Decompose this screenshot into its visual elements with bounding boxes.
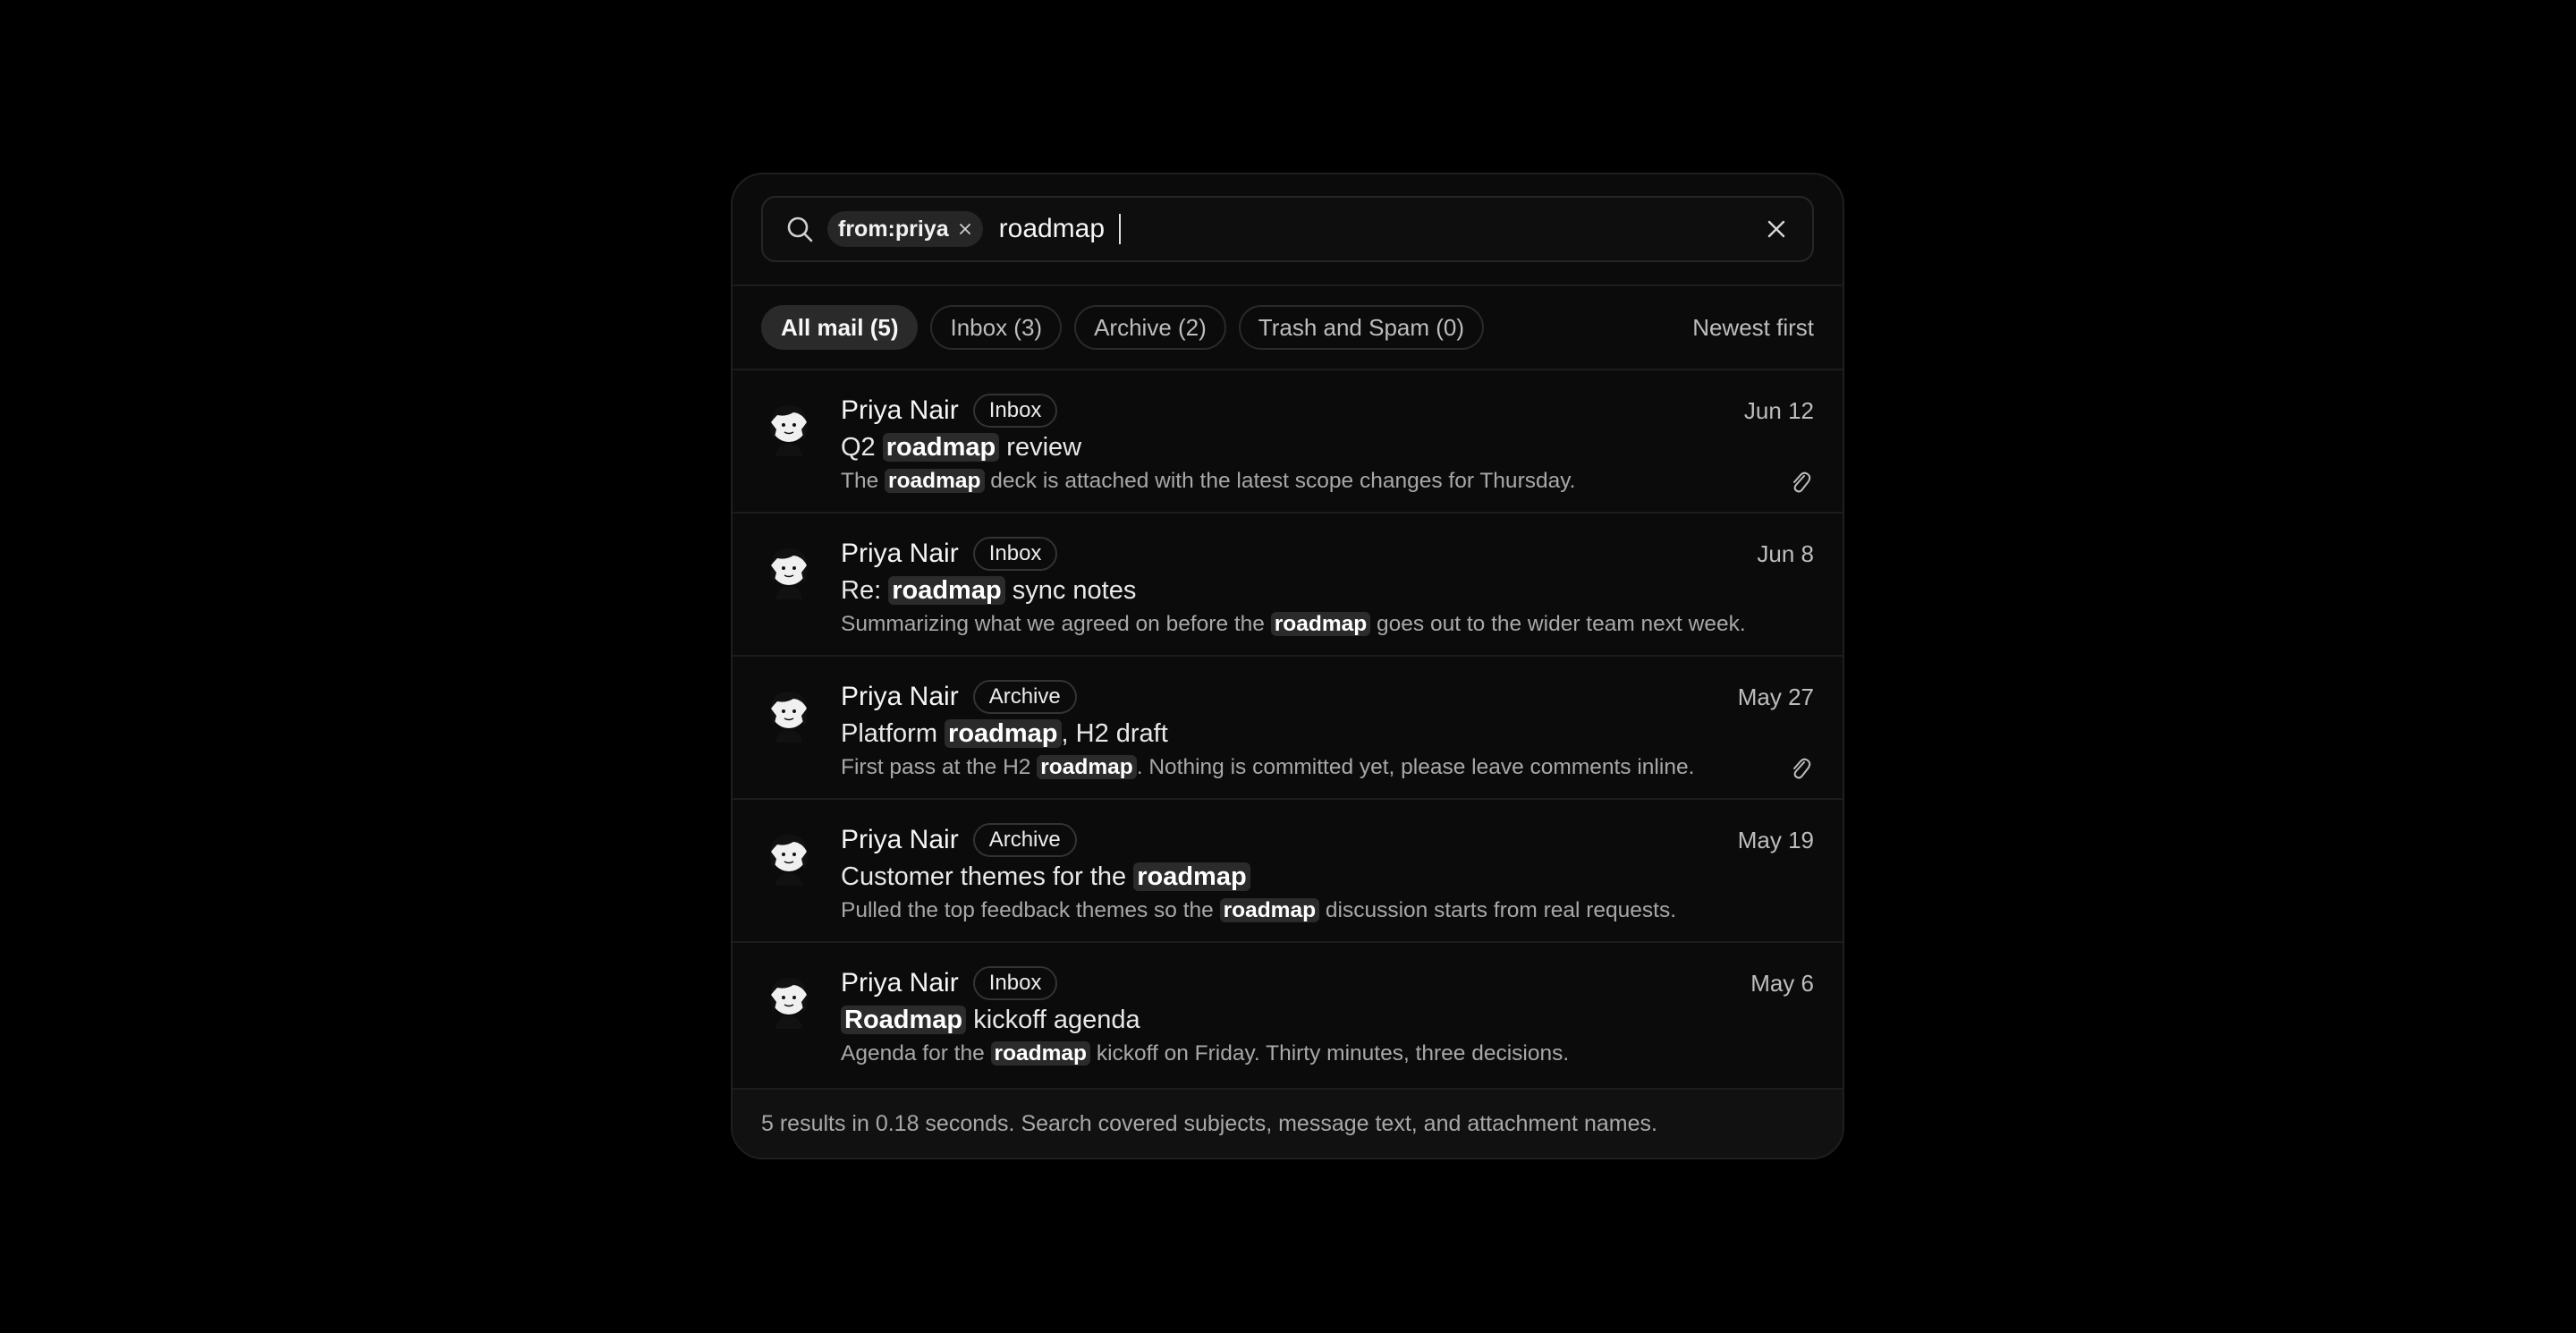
folder-badge: Inbox	[972, 394, 1058, 428]
message-date: Jun 12	[1743, 396, 1814, 424]
message-date: Jun 8	[1757, 539, 1814, 567]
message-subject: Roadmap kickoff agenda	[841, 1002, 1814, 1038]
search-input[interactable]: roadmap	[998, 214, 1122, 244]
sender-name: Priya Nair	[841, 968, 959, 998]
close-icon	[1767, 220, 1785, 238]
match-highlight: roadmap	[990, 1041, 1091, 1066]
message-date: May 6	[1750, 969, 1814, 997]
filter-bar: All mail (5) Inbox (3) Archive (2) Trash…	[733, 286, 1843, 370]
avatar	[770, 978, 808, 1029]
sender-name: Priya Nair	[841, 539, 959, 568]
match-highlight: roadmap	[1219, 898, 1320, 922]
result-row[interactable]: Priya Nair Inbox Jun 8 Re: roadmap sync …	[733, 514, 1843, 657]
sender-name: Priya Nair	[841, 395, 959, 425]
match-highlight: roadmap	[885, 469, 985, 493]
sort-dropdown[interactable]: Newest first	[1692, 314, 1814, 342]
match-highlight: roadmap	[1133, 862, 1250, 891]
folder-badge: Archive	[972, 823, 1077, 857]
result-row[interactable]: Priya Nair Inbox Jun 12 Q2 roadmap revie…	[733, 370, 1843, 514]
message-date: May 19	[1737, 826, 1814, 853]
avatar	[770, 405, 808, 456]
message-subject: Re: roadmap sync notes	[841, 576, 1137, 605]
search-query-text: roadmap	[998, 214, 1106, 243]
results-list: Priya Nair Inbox Jun 12 Q2 roadmap revie…	[733, 370, 1843, 1086]
sender-name: Priya Nair	[841, 682, 959, 711]
clear-search-button[interactable]	[1760, 213, 1792, 245]
filter-chip-from[interactable]: from:priya	[827, 211, 983, 247]
tab-inbox[interactable]: Inbox (3)	[930, 305, 1063, 350]
match-highlight: roadmap	[945, 719, 1062, 748]
match-highlight: roadmap	[888, 576, 1005, 605]
message-preview: Pulled the top feedback themes so the ro…	[841, 898, 1677, 922]
message-subject: Customer themes for the roadmap	[841, 859, 1814, 895]
message-subject: Q2 roadmap review	[841, 433, 1082, 462]
paperclip-icon	[1787, 468, 1814, 495]
avatar	[770, 692, 808, 743]
paperclip-icon	[1787, 754, 1814, 781]
folder-badge: Inbox	[972, 537, 1058, 571]
message-preview: Agenda for the roadmap kickoff on Friday…	[841, 1041, 1570, 1066]
search-box[interactable]: from:priya roadmap	[761, 196, 1814, 262]
sender-name: Priya Nair	[841, 825, 959, 854]
search-section: from:priya roadmap	[733, 174, 1843, 286]
message-preview: Summarizing what we agreed on before the…	[841, 612, 1746, 636]
result-row[interactable]: Priya Nair Archive May 19 Customer theme…	[733, 800, 1843, 943]
avatar	[770, 548, 808, 599]
close-icon[interactable]	[958, 222, 972, 236]
result-row[interactable]: Priya Nair Archive May 27 Platform roadm…	[733, 657, 1843, 800]
tab-trash-and-spam[interactable]: Trash and Spam (0)	[1238, 305, 1485, 350]
message-preview: First pass at the H2 roadmap. Nothing is…	[841, 751, 1814, 784]
match-highlight: roadmap	[1270, 612, 1371, 636]
search-panel: from:priya roadmap All mail (5) Inbox (3…	[731, 173, 1844, 1159]
message-preview: The roadmap deck is attached with the la…	[841, 465, 1814, 497]
avatar	[770, 835, 808, 886]
results-summary: 5 results in 0.18 seconds. Search covere…	[733, 1088, 1843, 1158]
match-highlight: roadmap	[1037, 755, 1137, 779]
tab-all-mail[interactable]: All mail (5)	[761, 305, 919, 350]
folder-badge: Inbox	[972, 966, 1058, 1000]
tab-archive[interactable]: Archive (2)	[1074, 305, 1226, 350]
search-icon	[784, 214, 815, 244]
result-row[interactable]: Priya Nair Inbox May 6 Roadmap kickoff a…	[733, 943, 1843, 1086]
filter-chip-label: from:priya	[838, 216, 949, 242]
match-highlight: Roadmap	[841, 1006, 967, 1034]
folder-badge: Archive	[972, 680, 1077, 714]
match-highlight: roadmap	[882, 433, 1000, 462]
text-caret	[1119, 214, 1122, 244]
message-date: May 27	[1737, 683, 1814, 710]
message-subject: Platform roadmap, H2 draft	[841, 719, 1168, 748]
